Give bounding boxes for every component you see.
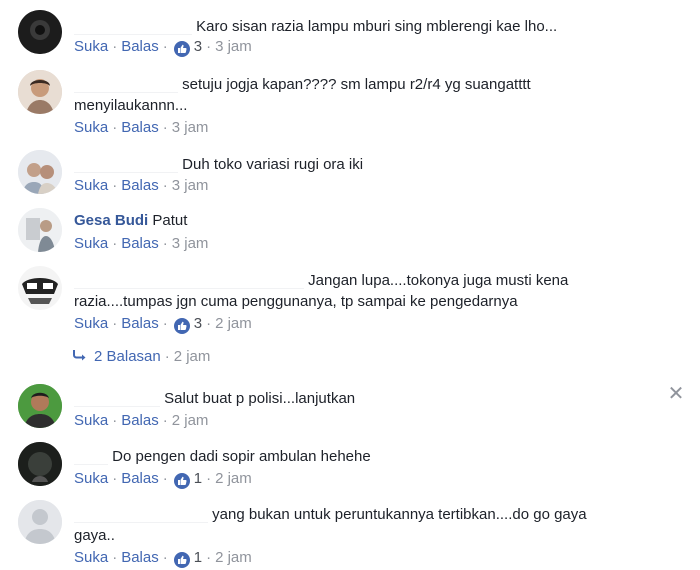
reply-arrow-icon (72, 348, 94, 365)
comment-text: Karo sisan razia lampu mburi sing mblere… (74, 14, 660, 37)
comment-actions: Suka · Balas · 3 jam (74, 119, 209, 136)
timestamp[interactable]: 2 jam (215, 549, 252, 566)
reply-link[interactable]: Balas (121, 315, 159, 332)
timestamp[interactable]: 2 jam (174, 348, 211, 365)
like-link[interactable]: Suka (74, 470, 108, 487)
redacted-name (74, 72, 178, 93)
redacted-name (74, 14, 192, 35)
timestamp[interactable]: 3 jam (172, 119, 209, 136)
avatar[interactable] (18, 384, 62, 428)
comment-text: Salut buat p polisi...lanjutkan (74, 386, 660, 409)
timestamp[interactable]: 2 jam (215, 315, 252, 332)
redacted-name (74, 386, 160, 407)
timestamp[interactable]: 2 jam (172, 412, 209, 429)
comment-actions: Suka · Balas · 1 · 2 jam (74, 549, 252, 568)
avatar[interactable] (18, 266, 62, 310)
reply-link[interactable]: Balas (121, 549, 159, 566)
comment-actions: Suka · Balas · 3 · 2 jam (74, 315, 252, 334)
timestamp[interactable]: 3 jam (215, 38, 252, 55)
comment-actions: Suka · Balas · 3 · 3 jam (74, 38, 252, 57)
reply-link[interactable]: Balas (121, 177, 159, 194)
close-icon[interactable]: ✕ (666, 384, 686, 404)
reply-link[interactable]: Balas (121, 38, 159, 55)
comment-text: setuju jogja kapan???? sm lampu r2/r4 yg… (74, 72, 660, 116)
avatar[interactable] (18, 10, 62, 54)
avatar[interactable] (18, 208, 62, 252)
commenter-name[interactable]: Gesa Budi (74, 212, 148, 229)
like-link[interactable]: Suka (74, 235, 108, 252)
comment-text: Jangan lupa....tokonya juga musti kena r… (74, 268, 660, 312)
redacted-name (74, 152, 178, 173)
redacted-name (74, 444, 108, 465)
like-count[interactable]: 1 (194, 470, 202, 487)
avatar[interactable] (18, 442, 62, 486)
comment-actions: Suka · Balas · 3 jam (74, 177, 209, 194)
reply-link[interactable]: Balas (121, 235, 159, 252)
like-link[interactable]: Suka (74, 549, 108, 566)
thumbs-up-icon[interactable] (173, 318, 190, 334)
comment-actions: Suka · Balas · 1 · 2 jam (74, 470, 252, 489)
like-link[interactable]: Suka (74, 412, 108, 429)
reply-link[interactable]: Balas (121, 470, 159, 487)
thumbs-up-icon[interactable] (173, 552, 190, 568)
timestamp[interactable]: 2 jam (215, 470, 252, 487)
like-count[interactable]: 1 (194, 549, 202, 566)
avatar[interactable] (18, 500, 62, 544)
avatar[interactable] (18, 70, 62, 114)
timestamp[interactable]: 3 jam (172, 177, 209, 194)
like-count[interactable]: 3 (194, 315, 202, 332)
thumbs-up-icon[interactable] (173, 473, 190, 489)
like-link[interactable]: Suka (74, 119, 108, 136)
view-replies[interactable]: 2 Balasan · 2 jam (72, 348, 210, 365)
like-link[interactable]: Suka (74, 38, 108, 55)
comment-text: Do pengen dadi sopir ambulan hehehe (74, 444, 660, 467)
reply-link[interactable]: Balas (121, 119, 159, 136)
like-count[interactable]: 3 (194, 38, 202, 55)
avatar[interactable] (18, 150, 62, 194)
redacted-name (74, 268, 304, 289)
like-link[interactable]: Suka (74, 177, 108, 194)
comment-actions: Suka · Balas · 2 jam (74, 412, 209, 429)
redacted-name (74, 502, 208, 523)
replies-count-link[interactable]: 2 Balasan (94, 348, 161, 365)
comment-text: Duh toko variasi rugi ora iki (74, 152, 660, 175)
reply-link[interactable]: Balas (121, 412, 159, 429)
comment-text: Gesa Budi Patut (74, 212, 188, 229)
like-link[interactable]: Suka (74, 315, 108, 332)
timestamp[interactable]: 3 jam (172, 235, 209, 252)
comment-actions: Suka · Balas · 3 jam (74, 235, 209, 252)
comment-text: yang bukan untuk peruntukannya tertibkan… (74, 502, 660, 546)
thumbs-up-icon[interactable] (173, 41, 190, 57)
